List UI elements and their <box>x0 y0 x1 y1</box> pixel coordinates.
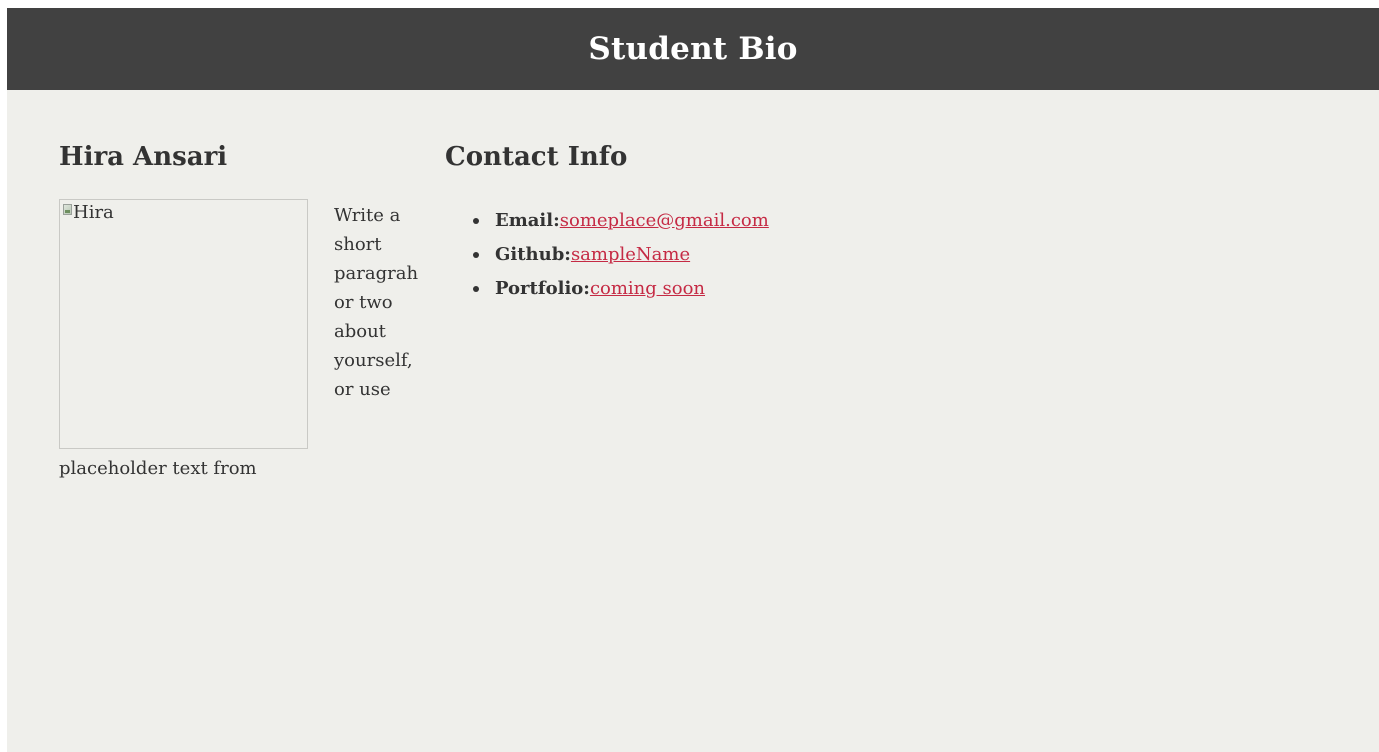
contact-item-github: Github:sampleName <box>453 238 769 272</box>
broken-image-icon <box>63 204 72 215</box>
bullet-icon <box>473 252 479 258</box>
page-title: Student Bio <box>588 31 798 67</box>
email-link[interactable]: someplace@gmail.com <box>560 210 769 231</box>
bullet-icon <box>473 286 479 292</box>
image-alt-text: Hira <box>73 202 114 223</box>
contact-info-heading: Contact Info <box>445 142 628 172</box>
bio-paragraph-continued: placeholder text from <box>59 458 257 479</box>
github-link[interactable]: sampleName <box>571 244 690 265</box>
portfolio-label: Portfolio: <box>495 278 590 299</box>
profile-image-broken: Hira <box>59 199 308 449</box>
page: Student Bio Hira Ansari Hira Write a sho… <box>7 8 1379 752</box>
student-name-heading: Hira Ansari <box>59 142 228 172</box>
github-label: Github: <box>495 244 571 265</box>
contact-item-email: Email:someplace@gmail.com <box>453 204 769 238</box>
site-header: Student Bio <box>7 8 1379 90</box>
portfolio-link[interactable]: coming soon <box>590 278 705 299</box>
contact-list: Email:someplace@gmail.com Github:sampleN… <box>453 204 769 306</box>
bullet-icon <box>473 218 479 224</box>
email-label: Email: <box>495 210 560 231</box>
bio-paragraph: Write a short paragrah or two about your… <box>334 205 419 400</box>
contact-item-portfolio: Portfolio:coming soon <box>453 272 769 306</box>
